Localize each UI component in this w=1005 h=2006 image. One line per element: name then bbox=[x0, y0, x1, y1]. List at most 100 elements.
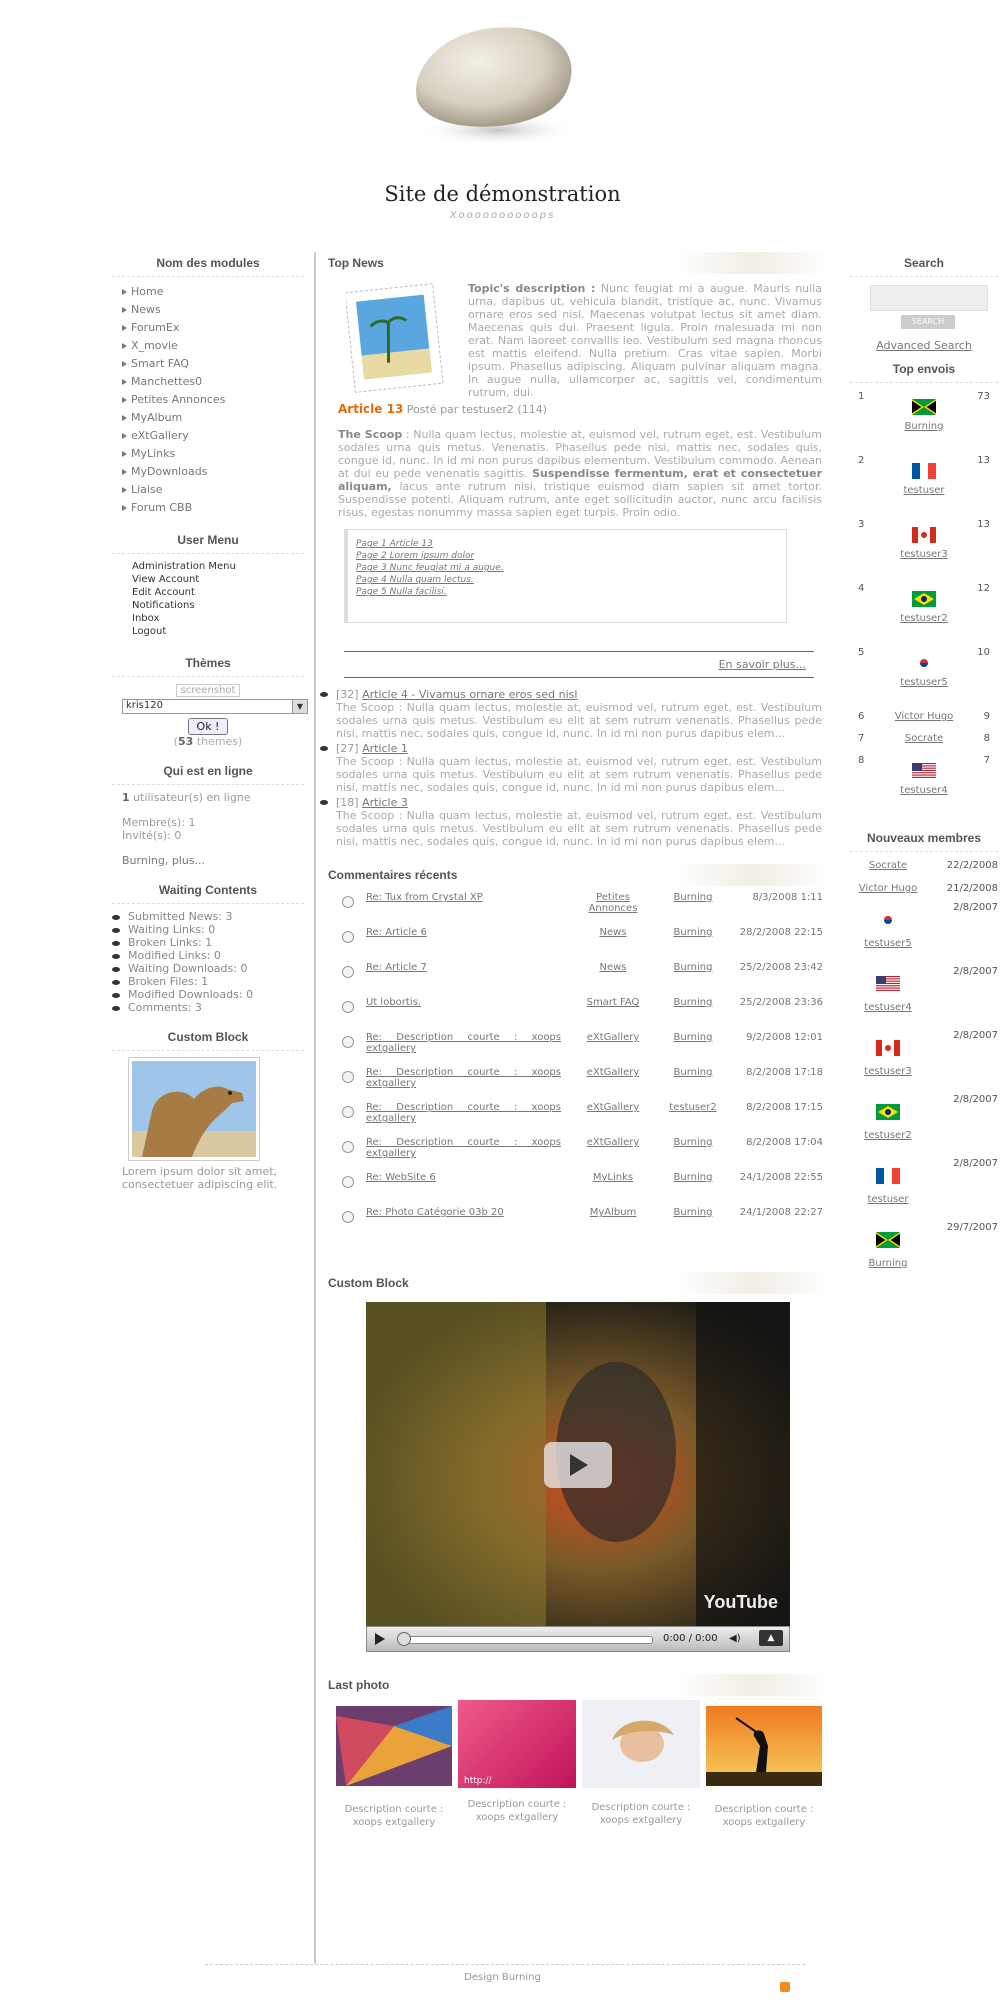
article-title[interactable]: Article 13 bbox=[338, 402, 403, 416]
comment-poster-link[interactable]: Burning bbox=[663, 1172, 723, 1183]
waiting-item[interactable]: Broken Links: 1 bbox=[112, 936, 304, 949]
new-member-name[interactable]: Burning bbox=[869, 1258, 908, 1269]
menu-item-forumex[interactable]: ForumEx bbox=[122, 319, 304, 337]
readmore-link[interactable]: En savoir plus... bbox=[719, 658, 806, 671]
usermenu-inbox[interactable]: Inbox bbox=[132, 612, 304, 625]
top-poster-name[interactable]: testuser5 bbox=[900, 677, 947, 688]
news-item-title[interactable]: Article 1 bbox=[362, 742, 408, 755]
theme-ok-button[interactable]: Ok ! bbox=[187, 718, 229, 735]
waiting-item[interactable]: Comments: 3 bbox=[112, 1001, 304, 1014]
play-icon[interactable] bbox=[375, 1633, 385, 1645]
usermenu-view-account[interactable]: View Account bbox=[132, 573, 304, 586]
comment-module-link[interactable]: MyAlbum bbox=[578, 1207, 648, 1218]
usermenu-logout[interactable]: Logout bbox=[132, 625, 304, 638]
new-member-name[interactable]: testuser bbox=[867, 1194, 908, 1205]
comment-poster-link[interactable]: Burning bbox=[663, 1067, 723, 1078]
usermenu-admin[interactable]: Administration Menu bbox=[132, 560, 304, 573]
top-poster-name[interactable]: Victor Hugo bbox=[895, 711, 954, 722]
waiting-item[interactable]: Waiting Links: 0 bbox=[112, 923, 304, 936]
new-member-name[interactable]: Victor Hugo bbox=[859, 883, 918, 894]
advanced-search-link[interactable]: Advanced Search bbox=[876, 339, 972, 352]
search-button[interactable]: Search bbox=[901, 315, 955, 329]
news-item-title[interactable]: Article 4 - Vivamus ornare eros sed nisl bbox=[362, 688, 577, 701]
comment-poster-link[interactable]: Burning bbox=[663, 1137, 723, 1148]
photo-item[interactable]: Description courte : xoops extgallery bbox=[336, 1706, 452, 1829]
page-link-2[interactable]: Page 2 Lorem ipsum dolor bbox=[356, 551, 474, 561]
new-member-name[interactable]: testuser4 bbox=[864, 1002, 911, 1013]
comment-module-link[interactable]: eXtGallery bbox=[578, 1102, 648, 1113]
menu-item-myalbum[interactable]: MyAlbum bbox=[122, 409, 304, 427]
menu-item-x-movie[interactable]: X_movie bbox=[122, 337, 304, 355]
menu-item-petites-annonces[interactable]: Petites Annonces bbox=[122, 391, 304, 409]
comment-title-link[interactable]: Re: Description courte : xoops extgaller… bbox=[366, 1137, 561, 1159]
comment-poster-link[interactable]: Burning bbox=[663, 1207, 723, 1218]
comment-title-link[interactable]: Re: Article 7 bbox=[366, 962, 561, 973]
menu-item-smart-faq[interactable]: Smart FAQ bbox=[122, 355, 304, 373]
page-link-5[interactable]: Page 5 Nulla facilisi. bbox=[356, 587, 447, 597]
comment-module-link[interactable]: MyLinks bbox=[578, 1172, 648, 1183]
top-poster-name[interactable]: Burning bbox=[905, 421, 944, 432]
comment-module-link[interactable]: eXtGallery bbox=[578, 1137, 648, 1148]
volume-icon[interactable]: ◀) bbox=[729, 1633, 741, 1644]
comment-poster-link[interactable]: Burning bbox=[663, 927, 723, 938]
photo-item[interactable]: http:// Description courte : xoops extga… bbox=[458, 1700, 576, 1824]
play-overlay-button[interactable] bbox=[544, 1442, 612, 1488]
comment-title-link[interactable]: Re: Tux from Crystal XP bbox=[366, 892, 561, 903]
comment-title-link[interactable]: Re: Description courte : xoops extgaller… bbox=[366, 1067, 561, 1089]
menu-item-liaise[interactable]: Liaise bbox=[122, 481, 304, 499]
news-item-title[interactable]: Article 3 bbox=[362, 796, 408, 809]
waiting-item[interactable]: Modified Links: 0 bbox=[112, 949, 304, 962]
comment-module-link[interactable]: eXtGallery bbox=[578, 1067, 648, 1078]
comment-module-link[interactable]: News bbox=[578, 927, 648, 938]
video-player[interactable]: YouTube 0:00 / 0:00 ◀) ▲ bbox=[366, 1302, 790, 1654]
comment-module-link[interactable]: Smart FAQ bbox=[578, 997, 648, 1008]
menu-item-mydownloads[interactable]: MyDownloads bbox=[122, 463, 304, 481]
photo-item[interactable]: Description courte : xoops extgallery bbox=[582, 1700, 700, 1827]
new-member-name[interactable]: testuser2 bbox=[864, 1130, 911, 1141]
usermenu-notifications[interactable]: Notifications bbox=[132, 599, 304, 612]
menu-item-news[interactable]: News bbox=[122, 301, 304, 319]
search-input[interactable] bbox=[870, 285, 988, 311]
new-member-name[interactable]: testuser3 bbox=[864, 1066, 911, 1077]
usermenu-edit-account[interactable]: Edit Account bbox=[132, 586, 304, 599]
page-link-3[interactable]: Page 3 Nunc feugiat mi a augue. bbox=[356, 563, 504, 573]
page-link-4[interactable]: Page 4 Nulla quam lectus. bbox=[356, 575, 474, 585]
photo-item[interactable]: Description courte : xoops extgallery bbox=[706, 1706, 822, 1829]
top-poster-name[interactable]: testuser3 bbox=[900, 549, 947, 560]
seek-bar[interactable] bbox=[401, 1636, 653, 1644]
theme-select[interactable]: kris120 ▼ bbox=[122, 699, 308, 714]
menu-item-manchettes[interactable]: Manchettes0 bbox=[122, 373, 304, 391]
comment-poster-link[interactable]: Burning bbox=[663, 997, 723, 1008]
comment-poster-link[interactable]: Burning bbox=[663, 1032, 723, 1043]
menu-item-extgallery[interactable]: eXtGallery bbox=[122, 427, 304, 445]
comment-poster-link[interactable]: testuser2 bbox=[663, 1102, 723, 1113]
waiting-item[interactable]: Modified Downloads: 0 bbox=[112, 988, 304, 1001]
comment-title-link[interactable]: Ut lobortis. bbox=[366, 997, 561, 1008]
new-member-name[interactable]: testuser5 bbox=[864, 938, 911, 949]
menu-item-mylinks[interactable]: MyLinks bbox=[122, 445, 304, 463]
waiting-item[interactable]: Broken Files: 1 bbox=[112, 975, 304, 988]
comment-module-link[interactable]: eXtGallery bbox=[578, 1032, 648, 1043]
comment-title-link[interactable]: Re: WebSite 6 bbox=[366, 1172, 561, 1183]
comment-title-link[interactable]: Re: Description courte : xoops extgaller… bbox=[366, 1032, 561, 1054]
top-poster-name[interactable]: testuser4 bbox=[900, 785, 947, 796]
rss-icon[interactable] bbox=[780, 1982, 790, 1992]
waiting-item[interactable]: Waiting Downloads: 0 bbox=[112, 962, 304, 975]
top-poster-name[interactable]: testuser bbox=[903, 485, 944, 496]
comment-module-link[interactable]: Petites Annonces bbox=[578, 892, 648, 914]
comment-poster-link[interactable]: Burning bbox=[663, 892, 723, 903]
new-member-name[interactable]: Socrate bbox=[869, 860, 907, 871]
waiting-item[interactable]: Submitted News: 3 bbox=[112, 910, 304, 923]
comment-module-link[interactable]: News bbox=[578, 962, 648, 973]
top-poster-name[interactable]: Socrate bbox=[905, 733, 943, 744]
page-link-1[interactable]: Page 1 Article 13 bbox=[356, 539, 433, 549]
expand-icon[interactable]: ▲ bbox=[759, 1630, 783, 1646]
seek-handle[interactable] bbox=[397, 1632, 411, 1646]
comment-title-link[interactable]: Re: Article 6 bbox=[366, 927, 561, 938]
top-poster-name[interactable]: testuser2 bbox=[900, 613, 947, 624]
comment-poster-link[interactable]: Burning bbox=[663, 962, 723, 973]
online-more-link[interactable]: Burning, plus... bbox=[122, 854, 304, 867]
comment-title-link[interactable]: Re: Description courte : xoops extgaller… bbox=[366, 1102, 561, 1124]
menu-item-home[interactable]: Home bbox=[122, 283, 304, 301]
comment-title-link[interactable]: Re: Photo Catégorie 03b 20 bbox=[366, 1207, 561, 1218]
